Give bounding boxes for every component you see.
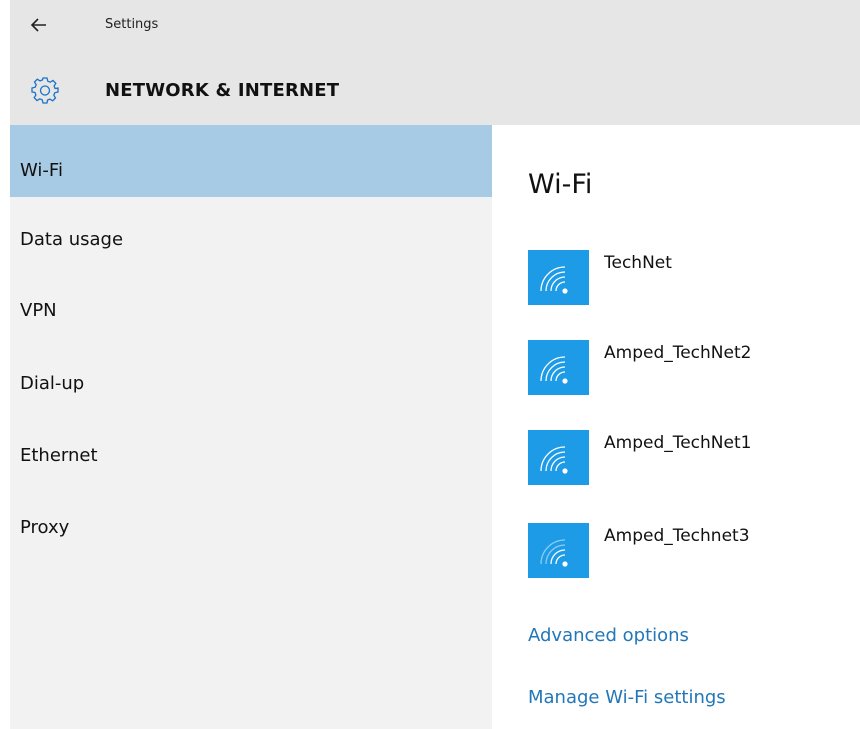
window-title: Settings [105, 17, 159, 32]
sidebar-item-label: VPN [20, 300, 57, 321]
wifi-tile [528, 250, 589, 305]
network-name: Amped_TechNet2 [604, 343, 752, 363]
network-item-technet[interactable]: TechNet [528, 250, 858, 312]
wifi-signal-icon [540, 446, 568, 474]
sidebar-nav: Wi-Fi Data usage VPN Dial-up Ethernet Pr… [10, 125, 492, 729]
sidebar-item-label: Wi-Fi [20, 160, 63, 181]
sidebar-item-label: Ethernet [20, 445, 98, 466]
main-content: Wi-Fi TechNet Amped_TechNet2 Amped_TechN… [492, 125, 860, 729]
sidebar-item-label: Proxy [20, 517, 70, 538]
manage-wifi-settings-link[interactable]: Manage Wi-Fi settings [528, 687, 726, 708]
network-item-amped-technet3[interactable]: Amped_Technet3 [528, 523, 858, 585]
sidebar-item-data-usage[interactable]: Data usage [10, 197, 492, 269]
advanced-options-link[interactable]: Advanced options [528, 625, 689, 646]
wifi-tile [528, 430, 589, 485]
page-title: NETWORK & INTERNET [105, 80, 340, 101]
settings-window: Settings NETWORK & INTERNET Wi-Fi Data u… [0, 0, 860, 729]
network-item-amped-technet2[interactable]: Amped_TechNet2 [528, 340, 858, 402]
sidebar-item-wifi[interactable]: Wi-Fi [10, 125, 492, 197]
back-arrow-icon[interactable] [30, 16, 48, 34]
wifi-signal-icon [540, 356, 568, 384]
wifi-tile [528, 523, 589, 578]
network-name: Amped_Technet3 [604, 526, 750, 546]
sidebar-item-vpn[interactable]: VPN [10, 269, 492, 341]
sidebar-item-proxy[interactable]: Proxy [10, 485, 492, 557]
wifi-signal-icon [540, 266, 568, 294]
network-name: Amped_TechNet1 [604, 433, 752, 453]
network-name: TechNet [604, 253, 672, 273]
gear-icon [31, 77, 59, 104]
section-title: Wi-Fi [528, 169, 593, 200]
wifi-signal-icon [540, 539, 568, 567]
network-item-amped-technet1[interactable]: Amped_TechNet1 [528, 430, 858, 492]
sidebar-item-label: Data usage [20, 229, 124, 250]
sidebar-item-dial-up[interactable]: Dial-up [10, 341, 492, 413]
header-bar: Settings NETWORK & INTERNET [10, 0, 860, 125]
wifi-tile [528, 340, 589, 395]
sidebar-item-ethernet[interactable]: Ethernet [10, 413, 492, 485]
sidebar-item-label: Dial-up [20, 373, 85, 394]
